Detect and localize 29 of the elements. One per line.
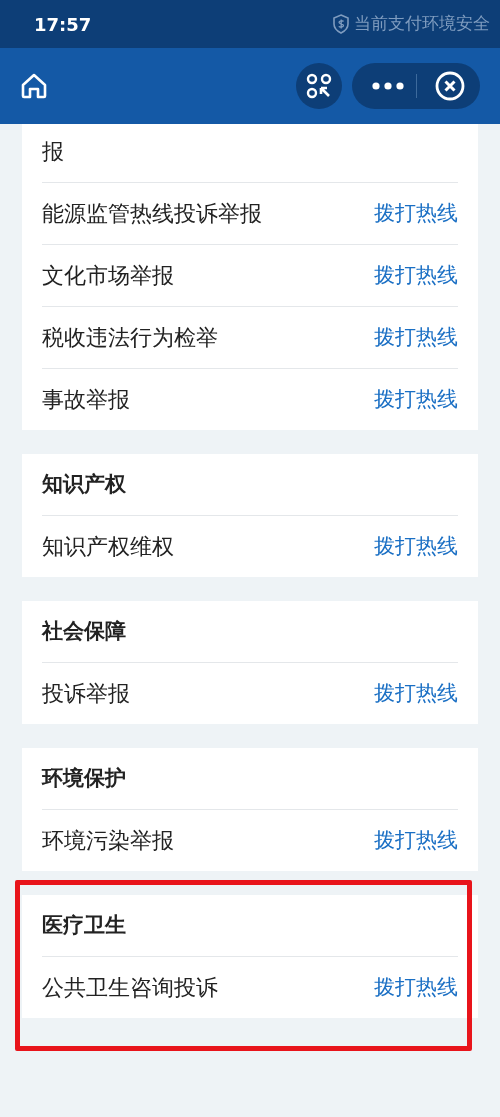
call-hotline-link[interactable]: 拨打热线	[374, 680, 458, 707]
item-label: 投诉举报	[42, 680, 131, 707]
call-hotline-link[interactable]: 拨打热线	[374, 533, 458, 560]
call-hotline-link[interactable]: 拨打热线	[374, 974, 458, 1001]
section-title: 社会保障	[42, 617, 126, 645]
item-label: 文化市场举报	[42, 262, 175, 289]
more-icon[interactable]	[372, 82, 404, 90]
grid-icon	[306, 73, 332, 99]
item-label: 事故举报	[42, 386, 131, 413]
item-label: 公共卫生咨询投诉	[42, 974, 219, 1001]
item-label: 环境污染举报	[42, 827, 175, 854]
item-label: 税收违法行为检举	[42, 324, 219, 351]
home-icon[interactable]	[20, 72, 48, 100]
scan-button[interactable]	[296, 63, 342, 109]
call-hotline-link[interactable]: 拨打热线	[374, 262, 458, 289]
item-label: 报	[42, 138, 65, 165]
item-label: 知识产权维权	[42, 533, 175, 560]
close-icon[interactable]	[435, 71, 465, 101]
shield-icon	[332, 14, 350, 34]
section-title: 医疗卫生	[42, 911, 126, 939]
call-hotline-link[interactable]: 拨打热线	[374, 386, 458, 413]
status-time: 17:57	[34, 12, 92, 37]
call-hotline-link[interactable]: 拨打热线	[374, 827, 458, 854]
call-hotline-link[interactable]: 拨打热线	[374, 200, 458, 227]
section-title: 知识产权	[42, 470, 126, 498]
security-status-text: 当前支付环境安全	[354, 12, 490, 36]
section-title: 环境保护	[42, 764, 126, 792]
item-label: 能源监管热线投诉举报	[42, 200, 263, 227]
call-hotline-link[interactable]: 拨打热线	[374, 324, 458, 351]
